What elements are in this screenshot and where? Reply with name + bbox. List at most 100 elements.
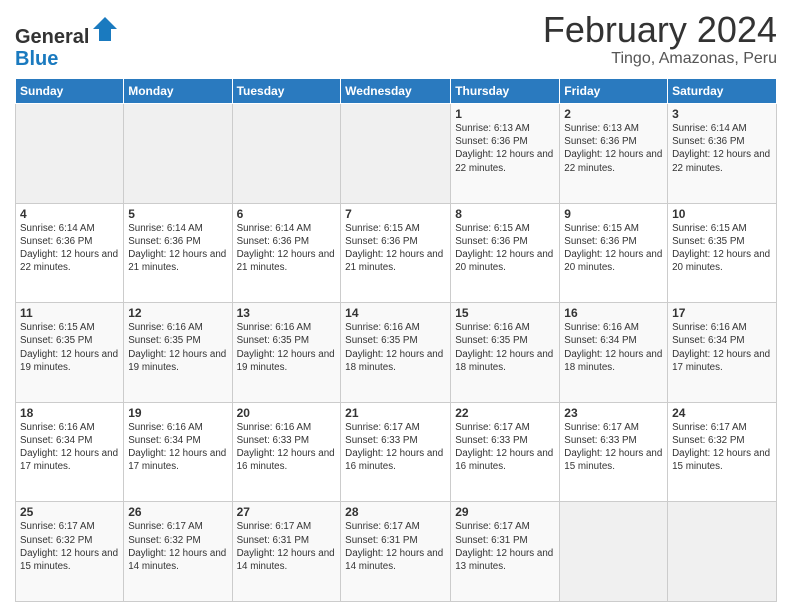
calendar-week-row: 25Sunrise: 6:17 AMSunset: 6:32 PMDayligh… (16, 502, 777, 602)
table-row: 15Sunrise: 6:16 AMSunset: 6:35 PMDayligh… (451, 303, 560, 403)
day-info: Sunrise: 6:16 AMSunset: 6:35 PMDaylight:… (345, 321, 446, 374)
day-info: Sunrise: 6:16 AMSunset: 6:35 PMDaylight:… (128, 321, 227, 374)
col-thursday: Thursday (451, 79, 560, 104)
table-row: 28Sunrise: 6:17 AMSunset: 6:31 PMDayligh… (341, 502, 451, 602)
day-number: 26 (128, 505, 227, 519)
day-info: Sunrise: 6:13 AMSunset: 6:36 PMDaylight:… (455, 122, 555, 175)
day-info: Sunrise: 6:14 AMSunset: 6:36 PMDaylight:… (20, 222, 119, 275)
day-info: Sunrise: 6:14 AMSunset: 6:36 PMDaylight:… (128, 222, 227, 275)
day-info: Sunrise: 6:14 AMSunset: 6:36 PMDaylight:… (237, 222, 337, 275)
logo-icon (91, 15, 119, 43)
table-row: 11Sunrise: 6:15 AMSunset: 6:35 PMDayligh… (16, 303, 124, 403)
day-number: 3 (672, 107, 772, 121)
day-info: Sunrise: 6:17 AMSunset: 6:31 PMDaylight:… (237, 520, 337, 573)
day-info: Sunrise: 6:15 AMSunset: 6:36 PMDaylight:… (345, 222, 446, 275)
calendar-week-row: 11Sunrise: 6:15 AMSunset: 6:35 PMDayligh… (16, 303, 777, 403)
table-row: 10Sunrise: 6:15 AMSunset: 6:35 PMDayligh… (668, 203, 777, 303)
day-info: Sunrise: 6:17 AMSunset: 6:33 PMDaylight:… (564, 421, 663, 474)
day-number: 16 (564, 306, 663, 320)
calendar-week-row: 4Sunrise: 6:14 AMSunset: 6:36 PMDaylight… (16, 203, 777, 303)
table-row: 25Sunrise: 6:17 AMSunset: 6:32 PMDayligh… (16, 502, 124, 602)
table-row: 19Sunrise: 6:16 AMSunset: 6:34 PMDayligh… (124, 402, 232, 502)
col-wednesday: Wednesday (341, 79, 451, 104)
day-number: 20 (237, 406, 337, 420)
table-row: 2Sunrise: 6:13 AMSunset: 6:36 PMDaylight… (560, 104, 668, 204)
day-number: 11 (20, 306, 119, 320)
day-info: Sunrise: 6:17 AMSunset: 6:32 PMDaylight:… (128, 520, 227, 573)
table-row: 13Sunrise: 6:16 AMSunset: 6:35 PMDayligh… (232, 303, 341, 403)
day-info: Sunrise: 6:17 AMSunset: 6:32 PMDaylight:… (20, 520, 119, 573)
title-block: February 2024 Tingo, Amazonas, Peru (543, 10, 777, 68)
day-number: 19 (128, 406, 227, 420)
day-number: 21 (345, 406, 446, 420)
day-number: 2 (564, 107, 663, 121)
table-row (16, 104, 124, 204)
day-number: 12 (128, 306, 227, 320)
day-number: 23 (564, 406, 663, 420)
day-info: Sunrise: 6:14 AMSunset: 6:36 PMDaylight:… (672, 122, 772, 175)
table-row: 8Sunrise: 6:15 AMSunset: 6:36 PMDaylight… (451, 203, 560, 303)
day-number: 15 (455, 306, 555, 320)
table-row (341, 104, 451, 204)
day-number: 9 (564, 207, 663, 221)
day-number: 10 (672, 207, 772, 221)
day-number: 18 (20, 406, 119, 420)
col-friday: Friday (560, 79, 668, 104)
table-row: 9Sunrise: 6:15 AMSunset: 6:36 PMDaylight… (560, 203, 668, 303)
page-subtitle: Tingo, Amazonas, Peru (543, 50, 777, 68)
day-number: 25 (20, 505, 119, 519)
logo-general-text: General (15, 26, 89, 48)
table-row: 23Sunrise: 6:17 AMSunset: 6:33 PMDayligh… (560, 402, 668, 502)
table-row: 5Sunrise: 6:14 AMSunset: 6:36 PMDaylight… (124, 203, 232, 303)
day-info: Sunrise: 6:17 AMSunset: 6:33 PMDaylight:… (345, 421, 446, 474)
table-row: 4Sunrise: 6:14 AMSunset: 6:36 PMDaylight… (16, 203, 124, 303)
day-number: 13 (237, 306, 337, 320)
day-number: 22 (455, 406, 555, 420)
day-info: Sunrise: 6:16 AMSunset: 6:35 PMDaylight:… (237, 321, 337, 374)
day-number: 4 (20, 207, 119, 221)
table-row (124, 104, 232, 204)
day-info: Sunrise: 6:17 AMSunset: 6:32 PMDaylight:… (672, 421, 772, 474)
day-number: 24 (672, 406, 772, 420)
table-row (560, 502, 668, 602)
day-info: Sunrise: 6:16 AMSunset: 6:34 PMDaylight:… (672, 321, 772, 374)
calendar-table: Sunday Monday Tuesday Wednesday Thursday… (15, 78, 777, 602)
table-row: 17Sunrise: 6:16 AMSunset: 6:34 PMDayligh… (668, 303, 777, 403)
day-info: Sunrise: 6:15 AMSunset: 6:35 PMDaylight:… (672, 222, 772, 275)
table-row: 6Sunrise: 6:14 AMSunset: 6:36 PMDaylight… (232, 203, 341, 303)
day-number: 29 (455, 505, 555, 519)
day-info: Sunrise: 6:17 AMSunset: 6:31 PMDaylight:… (455, 520, 555, 573)
day-number: 7 (345, 207, 446, 221)
page-title: February 2024 (543, 10, 777, 50)
col-monday: Monday (124, 79, 232, 104)
day-info: Sunrise: 6:16 AMSunset: 6:33 PMDaylight:… (237, 421, 337, 474)
table-row (668, 502, 777, 602)
table-row: 27Sunrise: 6:17 AMSunset: 6:31 PMDayligh… (232, 502, 341, 602)
table-row: 21Sunrise: 6:17 AMSunset: 6:33 PMDayligh… (341, 402, 451, 502)
table-row (232, 104, 341, 204)
col-sunday: Sunday (16, 79, 124, 104)
calendar-header-row: Sunday Monday Tuesday Wednesday Thursday… (16, 79, 777, 104)
col-tuesday: Tuesday (232, 79, 341, 104)
day-number: 28 (345, 505, 446, 519)
day-info: Sunrise: 6:17 AMSunset: 6:31 PMDaylight:… (345, 520, 446, 573)
table-row: 1Sunrise: 6:13 AMSunset: 6:36 PMDaylight… (451, 104, 560, 204)
calendar-week-row: 1Sunrise: 6:13 AMSunset: 6:36 PMDaylight… (16, 104, 777, 204)
logo-blue-text: Blue (15, 48, 58, 70)
table-row: 29Sunrise: 6:17 AMSunset: 6:31 PMDayligh… (451, 502, 560, 602)
table-row: 16Sunrise: 6:16 AMSunset: 6:34 PMDayligh… (560, 303, 668, 403)
day-info: Sunrise: 6:16 AMSunset: 6:34 PMDaylight:… (20, 421, 119, 474)
table-row: 3Sunrise: 6:14 AMSunset: 6:36 PMDaylight… (668, 104, 777, 204)
day-number: 14 (345, 306, 446, 320)
table-row: 14Sunrise: 6:16 AMSunset: 6:35 PMDayligh… (341, 303, 451, 403)
page-header: General Blue February 2024 Tingo, Amazon… (15, 10, 777, 70)
day-number: 1 (455, 107, 555, 121)
day-number: 5 (128, 207, 227, 221)
table-row: 12Sunrise: 6:16 AMSunset: 6:35 PMDayligh… (124, 303, 232, 403)
table-row: 24Sunrise: 6:17 AMSunset: 6:32 PMDayligh… (668, 402, 777, 502)
logo: General Blue (15, 15, 119, 70)
table-row: 7Sunrise: 6:15 AMSunset: 6:36 PMDaylight… (341, 203, 451, 303)
day-info: Sunrise: 6:16 AMSunset: 6:35 PMDaylight:… (455, 321, 555, 374)
table-row: 18Sunrise: 6:16 AMSunset: 6:34 PMDayligh… (16, 402, 124, 502)
table-row: 20Sunrise: 6:16 AMSunset: 6:33 PMDayligh… (232, 402, 341, 502)
